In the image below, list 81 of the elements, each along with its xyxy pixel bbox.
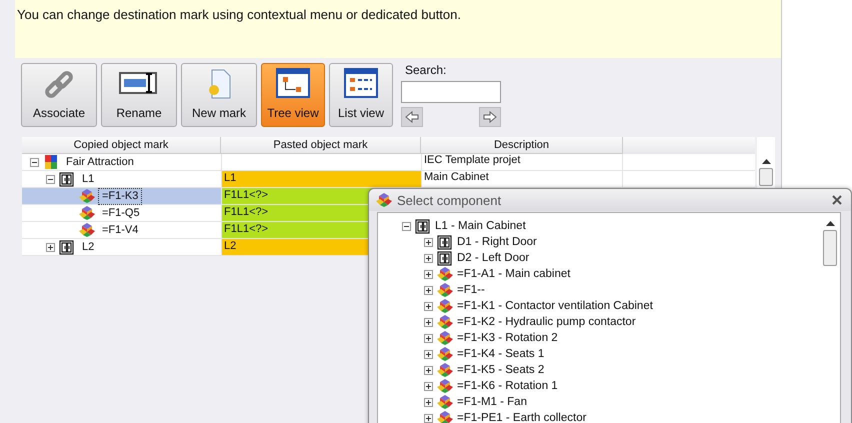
tree-item[interactable]: =F1-K6 - Rotation 1 xyxy=(457,380,558,392)
column-header[interactable]: Pasted object mark xyxy=(221,137,421,154)
cubes-icon xyxy=(436,378,454,394)
collapse-toggle[interactable] xyxy=(46,174,55,184)
tree-item[interactable]: =F1-K3 xyxy=(99,188,142,204)
expand-toggle[interactable] xyxy=(424,414,433,422)
expand-toggle[interactable] xyxy=(424,254,433,262)
expand-toggle[interactable] xyxy=(424,286,433,294)
previous-button[interactable] xyxy=(401,107,423,127)
tree-item[interactable]: =F1-K3 - Rotation 2 xyxy=(457,332,558,344)
toolbar-button[interactable]: New mark xyxy=(181,63,257,127)
cubes-icon xyxy=(436,298,454,314)
expand-toggle[interactable] xyxy=(424,318,433,326)
tree-item[interactable]: =F1-K5 - Seats 2 xyxy=(457,364,544,376)
table-cell: F1L1<?> xyxy=(224,223,268,235)
cubes-icon xyxy=(436,282,454,298)
dialog-title: Select component xyxy=(397,192,502,208)
toolbar-button[interactable]: List view xyxy=(329,63,393,127)
project-icon xyxy=(42,154,60,170)
cubes-icon xyxy=(436,330,454,346)
expand-toggle[interactable] xyxy=(424,366,433,374)
expand-toggle[interactable] xyxy=(424,302,433,310)
tree-item[interactable]: =F1-K1 - Contactor ventilation Cabinet xyxy=(457,300,653,312)
expand-toggle[interactable] xyxy=(424,398,433,406)
table-cell: L1 xyxy=(224,172,236,184)
cabinet-icon xyxy=(436,250,454,266)
collapse-toggle[interactable] xyxy=(30,158,39,166)
expand-toggle[interactable] xyxy=(424,334,433,342)
table-cell: F1L1<?> xyxy=(224,189,268,201)
expand-toggle[interactable] xyxy=(424,350,433,358)
tree-view-icon xyxy=(276,68,310,98)
cubes-icon xyxy=(78,188,96,204)
tree-item[interactable]: =F1-V4 xyxy=(99,222,142,238)
table-cell: Main Cabinet xyxy=(424,171,489,183)
info-banner: You can change destination mark using contextual menu or dedicated button. xyxy=(15,0,781,58)
toolbar-button[interactable]: Rename xyxy=(101,63,177,127)
scrollbar-thumb[interactable] xyxy=(823,230,837,266)
cabinet-icon xyxy=(58,171,76,187)
tree-item[interactable]: =F1-- xyxy=(457,284,485,296)
cubes-icon xyxy=(375,192,393,208)
toolbar-button[interactable]: Tree view xyxy=(261,63,325,127)
tree-item[interactable]: =F1-PE1 - Earth collector xyxy=(457,412,586,423)
cubes-icon xyxy=(436,346,454,362)
tree-item[interactable]: =F1-K4 - Seats 1 xyxy=(457,348,544,360)
cubes-icon xyxy=(78,205,96,221)
tree-item[interactable]: L1 xyxy=(79,172,98,186)
list-view-icon xyxy=(344,68,378,98)
cabinet-icon xyxy=(414,218,432,234)
cabinet-icon xyxy=(436,234,454,250)
next-button[interactable] xyxy=(479,107,501,127)
tree-item[interactable]: =F1-A1 - Main cabinet xyxy=(457,268,570,280)
expand-toggle[interactable] xyxy=(424,382,433,390)
tree-item[interactable]: L2 xyxy=(79,240,98,254)
cubes-icon xyxy=(436,266,454,282)
cubes-icon xyxy=(436,394,454,410)
toolbar-button[interactable]: Associate xyxy=(21,63,97,127)
tree-item[interactable]: =F1-K2 - Hydraulic pump contactor xyxy=(457,316,636,328)
tree-item[interactable]: Fair Attraction xyxy=(63,154,137,170)
expand-toggle[interactable] xyxy=(424,238,433,246)
scrollbar-thumb[interactable] xyxy=(759,168,773,186)
column-header[interactable]: Description xyxy=(421,137,623,154)
tree-item[interactable]: L1 - Main Cabinet xyxy=(435,220,526,232)
expand-toggle[interactable] xyxy=(46,242,55,252)
table-cell: IEC Template projet xyxy=(424,154,520,166)
scroll-up-icon[interactable] xyxy=(762,159,770,164)
column-header[interactable]: Copied object mark xyxy=(22,137,221,154)
expand-toggle[interactable] xyxy=(424,270,433,278)
tree-item[interactable]: =F1-Q5 xyxy=(99,206,143,220)
tree-item[interactable]: D1 - Right Door xyxy=(457,236,537,248)
cubes-icon xyxy=(436,410,454,423)
cubes-icon xyxy=(436,362,454,378)
tree-item[interactable]: D2 - Left Door xyxy=(457,252,530,264)
collapse-toggle[interactable] xyxy=(402,222,411,230)
search-field[interactable] xyxy=(401,81,501,103)
cubes-icon xyxy=(78,222,96,238)
search-label: Search: xyxy=(404,63,448,77)
scroll-up-icon[interactable] xyxy=(826,221,834,226)
table-cell: F1L1<?> xyxy=(224,206,268,218)
cubes-icon xyxy=(436,314,454,330)
tree-item[interactable]: =F1-M1 - Fan xyxy=(457,396,527,408)
table-cell: L2 xyxy=(224,240,236,252)
